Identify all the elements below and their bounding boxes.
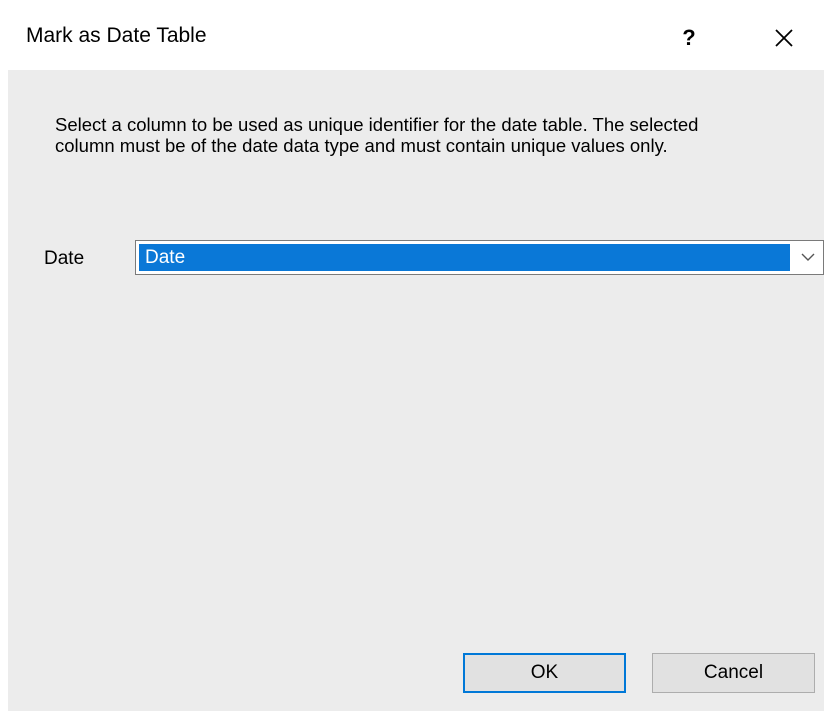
date-column-dropdown[interactable]: Date (135, 240, 824, 275)
instruction-text: Select a column to be used as unique ide… (55, 114, 699, 156)
dialog-body: Select a column to be used as unique ide… (8, 70, 824, 711)
ok-button[interactable]: OK (463, 653, 626, 693)
close-icon (775, 29, 793, 47)
date-field-label: Date (44, 248, 85, 269)
close-button[interactable] (764, 18, 804, 58)
dropdown-toggle[interactable] (793, 241, 823, 274)
mark-as-date-table-dialog: Mark as Date Table ? Select a column to … (0, 0, 824, 711)
help-icon: ? (682, 25, 696, 50)
title-bar: Mark as Date Table ? (0, 0, 824, 70)
cancel-button[interactable]: Cancel (652, 653, 815, 693)
date-column-selected-value: Date (139, 244, 790, 271)
dialog-title: Mark as Date Table (26, 24, 207, 47)
help-button[interactable]: ? (672, 18, 706, 58)
chevron-down-icon (801, 253, 815, 261)
